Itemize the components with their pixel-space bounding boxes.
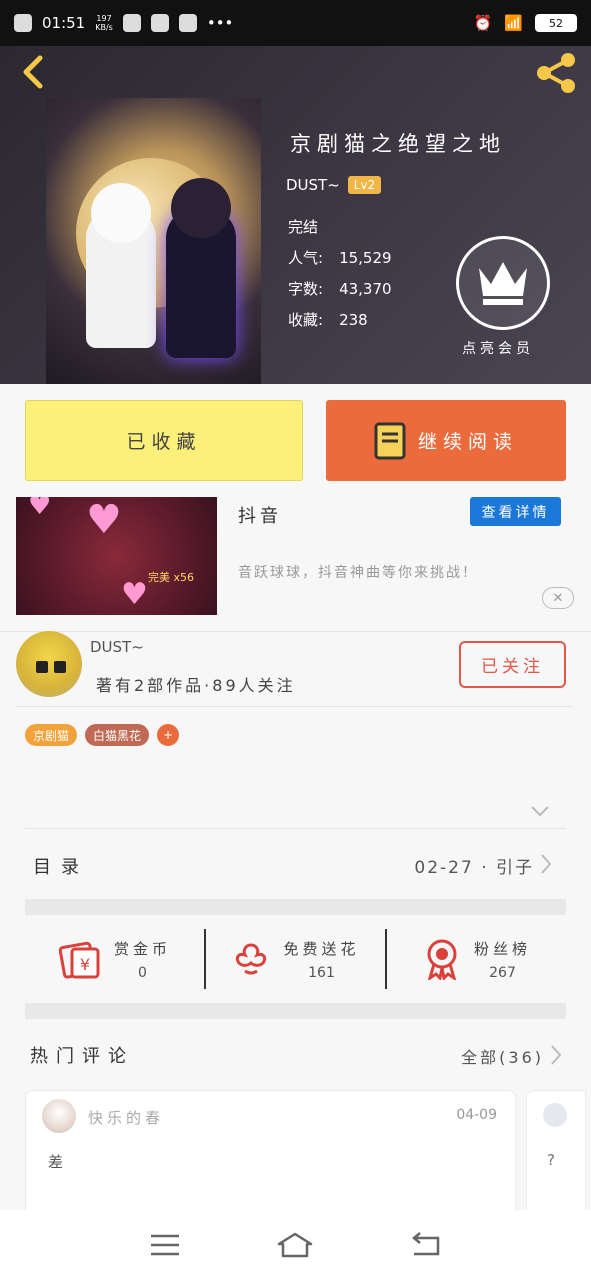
view-details-button[interactable]: 查看详情 (470, 497, 561, 526)
app-icon (122, 14, 141, 32)
chevron-right-icon (541, 854, 552, 874)
table-of-contents-row[interactable]: 目录 02-27 · 引子 (25, 829, 566, 899)
back-icon[interactable] (406, 1230, 446, 1260)
all-comments-link[interactable]: 全部(36) (461, 1044, 544, 1068)
svg-text:¥: ¥ (80, 955, 90, 974)
red-envelope-icon: ¥ (58, 941, 100, 979)
menu-icon[interactable] (145, 1230, 185, 1260)
reward-flowers[interactable]: 免费送花 161 (204, 929, 385, 989)
toc-latest-chapter: 02-27 · 引子 (414, 858, 534, 878)
toc-title: 目录 (33, 857, 89, 878)
comment-card[interactable]: 快乐的春 04-09 差 (25, 1090, 516, 1230)
video-icon (150, 14, 169, 32)
comment-card[interactable]: ? (526, 1090, 586, 1230)
comment-text: 差 (48, 1153, 64, 1171)
commenter-avatar[interactable] (42, 1099, 76, 1133)
author-name[interactable]: DUST~ (90, 638, 144, 656)
author-avatar[interactable] (16, 631, 82, 697)
reward-fan-ranking[interactable]: 粉丝榜 267 (385, 929, 566, 989)
promo-image[interactable]: ♥ ♥ ♥ 完美 x56 (16, 497, 217, 615)
rewards-bar: ¥ 赏金币 0 免费送花 161 粉丝榜 267 (25, 915, 566, 1003)
crown-icon (479, 262, 527, 305)
hot-comments-header: 热门评论 全部(36) (25, 1040, 566, 1072)
tag-list: 京剧猫 白猫黑花 + (25, 724, 180, 746)
chat-icon (178, 14, 197, 32)
book-author-row: DUST~ Lv2 (286, 176, 382, 194)
comments-title: 热门评论 (30, 1046, 134, 1067)
book-stats: 完结 人气: 15,529 字数: 43,370 收藏: 238 (288, 212, 392, 336)
vip-label: 点亮会员 (462, 341, 534, 357)
promo-description: 音跃球球，抖音神曲等你来挑战！ (238, 565, 478, 581)
reward-value: 161 (308, 964, 335, 981)
favorited-button[interactable]: 已收藏 (25, 400, 303, 481)
continue-reading-label: 继续阅读 (417, 431, 518, 453)
stat-popularity: 人气: 15,529 (288, 249, 392, 267)
divider (0, 631, 591, 632)
level-badge: Lv2 (347, 176, 382, 194)
alarm-icon: ⏰ (473, 14, 493, 32)
wifi-icon: 📶 (504, 14, 523, 32)
promo-badge: 完美 x56 (148, 571, 195, 584)
more-dots-icon: ••• (206, 14, 234, 32)
net-speed: 197 KB/s (95, 14, 113, 32)
vip-crown-button[interactable] (456, 236, 550, 330)
book-title: 京剧猫之绝望之地 (290, 132, 506, 156)
flower-icon (236, 943, 267, 975)
continue-reading-button[interactable]: 继续阅读 (326, 400, 566, 481)
stat-favorites: 收藏: 238 (288, 311, 368, 329)
chevron-right-icon[interactable] (550, 1044, 562, 1066)
close-ad-icon[interactable]: ✕ (542, 587, 574, 609)
back-arrow-icon[interactable] (14, 52, 54, 92)
notification-x-icon (14, 14, 32, 32)
reward-label: 赏金币 (113, 939, 171, 958)
share-icon[interactable] (534, 50, 580, 96)
reward-value: 0 (138, 964, 147, 981)
commenter-avatar[interactable] (543, 1103, 567, 1127)
book-author: DUST~ (286, 176, 340, 194)
stat-word-count: 字数: 43,370 (288, 280, 392, 298)
commenter-name[interactable]: 快乐的春 (88, 1107, 164, 1128)
reward-coins[interactable]: ¥ 赏金币 0 (25, 929, 204, 989)
book-status: 完结 (288, 218, 319, 236)
chevron-down-icon[interactable] (530, 804, 550, 818)
divider (16, 706, 573, 707)
reward-label: 免费送花 (283, 939, 360, 958)
section-separator (25, 899, 566, 915)
promo-title: 抖音 (238, 506, 282, 527)
book-cover[interactable] (46, 98, 261, 384)
add-tag-button[interactable]: + (157, 724, 180, 746)
followed-button[interactable]: 已关注 (459, 641, 566, 688)
reward-label: 粉丝榜 (473, 939, 531, 958)
reward-value: 267 (489, 964, 516, 981)
tag-item[interactable]: 京剧猫 (25, 724, 78, 746)
battery-indicator: 52 (535, 14, 577, 32)
home-icon[interactable] (275, 1230, 315, 1260)
medal-icon (427, 939, 457, 980)
section-separator (25, 1003, 566, 1019)
tag-item[interactable]: 白猫黑花 (85, 724, 150, 746)
system-nav-bar (0, 1210, 591, 1280)
comment-date: 04-09 (456, 1107, 497, 1123)
author-info: 著有2部作品·89人关注 (96, 676, 296, 695)
status-time: 01:51 (42, 14, 86, 32)
comment-text: ? (547, 1151, 555, 1169)
status-bar: 01:51 197 KB/s ••• ⏰ 📶 52 (0, 0, 591, 46)
book-icon (374, 422, 406, 459)
